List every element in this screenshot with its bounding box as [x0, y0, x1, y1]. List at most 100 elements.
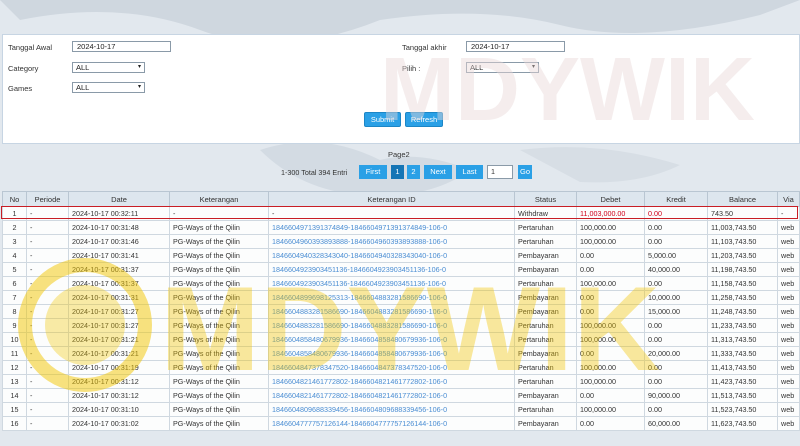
table-cell: 2024-10-17 00:31:48 [68, 220, 170, 235]
table-cell[interactable]: 1846604971391374849-1846604971391374849-… [268, 220, 515, 235]
table-cell: web [777, 234, 800, 249]
table-cell[interactable]: 1846604809688339456-1846604809688339456-… [268, 402, 515, 417]
range-text: 1-300 Total 394 Entri [281, 168, 348, 177]
end-date-input[interactable]: 2024-10-17 [466, 41, 565, 52]
table-row: 8-2024-10-17 00:31:27 PG-Ways of the Qili… [2, 304, 800, 319]
table-row: 16-2024-10-17 00:31:02 PG-Ways of the Qil… [2, 416, 800, 431]
table-cell: 0.00 [576, 304, 645, 319]
table-cell[interactable]: 1846604821461772802-1846604821461772802-… [268, 374, 515, 389]
table-cell: Pertaruhan [514, 332, 577, 347]
page-number-input[interactable]: 1 [487, 165, 513, 179]
table-cell: 2024-10-17 00:31:27 [68, 304, 170, 319]
table-cell[interactable]: 1846604821461772802-1846604821461772802-… [268, 388, 515, 403]
table-cell: 12 [2, 360, 27, 375]
column-header[interactable]: Kredit [644, 191, 708, 207]
page-1-button[interactable]: 1 [391, 165, 404, 179]
table-cell[interactable]: 1846604960393893888-1846604960393893888-… [268, 234, 515, 249]
table-cell: 2 [2, 220, 27, 235]
table-cell: Pembayaran [514, 262, 577, 277]
table-cell: Pertaruhan [514, 374, 577, 389]
pilih-label: Pilih : [402, 64, 421, 73]
column-header[interactable]: Keterangan ID [268, 191, 515, 207]
last-page-button[interactable]: Last [456, 165, 483, 179]
table-cell: 11,103,743.50 [707, 234, 778, 249]
table-cell: web [777, 304, 800, 319]
category-select[interactable]: ALL ▾ [72, 62, 145, 73]
table-cell[interactable]: 1846604883281586690-1846604883281586690-… [268, 304, 515, 319]
table-cell[interactable]: 1846604858480679936-1846604858480679936-… [268, 346, 515, 361]
filter-panel: Tanggal Awal 2024-10-17 Tanggal akhir 20… [2, 34, 800, 144]
table-row: 2-2024-10-17 00:31:48 PG-Ways of the Qili… [2, 220, 800, 235]
table-cell: web [777, 402, 800, 417]
column-header[interactable]: Keterangan [169, 191, 269, 207]
table-cell[interactable]: 1846604899698125313-1846604883281586690-… [268, 290, 515, 305]
table-row: 9-2024-10-17 00:31:27 PG-Ways of the Qili… [2, 318, 800, 333]
table-cell[interactable]: 1846604940328343040-1846604940328343040-… [268, 248, 515, 263]
table-cell: PG-Ways of the Qilin [169, 276, 269, 291]
column-header[interactable]: Status [514, 191, 577, 207]
table-cell: 13 [2, 374, 27, 389]
table-cell: 11,158,743.50 [707, 276, 778, 291]
table-cell: PG-Ways of the Qilin [169, 346, 269, 361]
table-cell[interactable]: 1846604923903451136-1846604923903451136-… [268, 276, 515, 291]
table-cell: 2024-10-17 00:31:21 [68, 332, 170, 347]
table-cell: Pembayaran [514, 388, 577, 403]
table-cell: Pembayaran [514, 248, 577, 263]
column-header[interactable]: Balance [707, 191, 778, 207]
table-cell: 11,413,743.50 [707, 360, 778, 375]
table-cell: PG-Ways of the Qilin [169, 388, 269, 403]
table-cell: 0.00 [576, 248, 645, 263]
table-cell: - [26, 374, 69, 389]
table-cell: 2024-10-17 00:31:46 [68, 234, 170, 249]
table-cell: 100,000.00 [576, 234, 645, 249]
refresh-button[interactable]: Refresh [405, 112, 443, 127]
table-cell: PG-Ways of the Qilin [169, 262, 269, 277]
column-header[interactable]: Date [68, 191, 170, 207]
go-button[interactable]: Go [518, 165, 532, 179]
games-select[interactable]: ALL ▾ [72, 82, 145, 93]
start-date-input[interactable]: 2024-10-17 [72, 41, 171, 52]
page-title: Page2 [388, 150, 410, 159]
page-2-button[interactable]: 2 [407, 165, 420, 179]
table-cell: - [26, 416, 69, 431]
table-cell: - [26, 206, 69, 221]
table-cell: web [777, 388, 800, 403]
category-label: Category [8, 64, 39, 73]
table-cell: PG-Ways of the Qilin [169, 332, 269, 347]
table-cell: 0.00 [576, 416, 645, 431]
column-header[interactable]: Via [777, 191, 800, 207]
table-cell: - [26, 234, 69, 249]
column-header[interactable]: Periode [26, 191, 69, 207]
table-cell: 3 [2, 234, 27, 249]
table-cell[interactable]: 1846604858480679936-1846604858480679936-… [268, 332, 515, 347]
table-cell: - [26, 402, 69, 417]
table-row: 11-2024-10-17 00:31:21 PG-Ways of the Qil… [2, 346, 800, 361]
column-header[interactable]: Debet [576, 191, 645, 207]
table-cell: 743.50 [707, 206, 778, 221]
table-cell: 20,000.00 [644, 346, 708, 361]
table-cell: 100,000.00 [576, 220, 645, 235]
table-cell: - [26, 360, 69, 375]
table-cell[interactable]: 1846604923903451136-1846604923903451136-… [268, 262, 515, 277]
column-header[interactable]: No [2, 191, 27, 207]
first-page-button[interactable]: First [359, 165, 387, 179]
table-cell: 0.00 [576, 262, 645, 277]
table-cell[interactable]: 1846604777757126144-1846604777757126144-… [268, 416, 515, 431]
table-cell: 0.00 [576, 346, 645, 361]
table-cell: 2024-10-17 00:31:12 [68, 374, 170, 389]
pilih-select[interactable]: ALL ▾ [466, 62, 539, 73]
table-cell[interactable]: 1846604847378347520-1846604847378347520-… [268, 360, 515, 375]
table-cell: PG-Ways of the Qilin [169, 290, 269, 305]
table-cell: PG-Ways of the Qilin [169, 374, 269, 389]
table-cell: 60,000.00 [644, 416, 708, 431]
table-cell: 15,000.00 [644, 304, 708, 319]
table-cell: - [268, 206, 515, 221]
pager: 1-300 Total 394 Entri First 1 2 Next Las… [0, 165, 800, 179]
table-cell: PG-Ways of the Qilin [169, 248, 269, 263]
table-cell[interactable]: 1846604883281586690-1846604883281586690-… [268, 318, 515, 333]
table-cell: web [777, 276, 800, 291]
table-cell: - [26, 304, 69, 319]
next-page-button[interactable]: Next [424, 165, 452, 179]
submit-button[interactable]: Submit [364, 112, 401, 127]
table-cell: - [777, 206, 800, 221]
